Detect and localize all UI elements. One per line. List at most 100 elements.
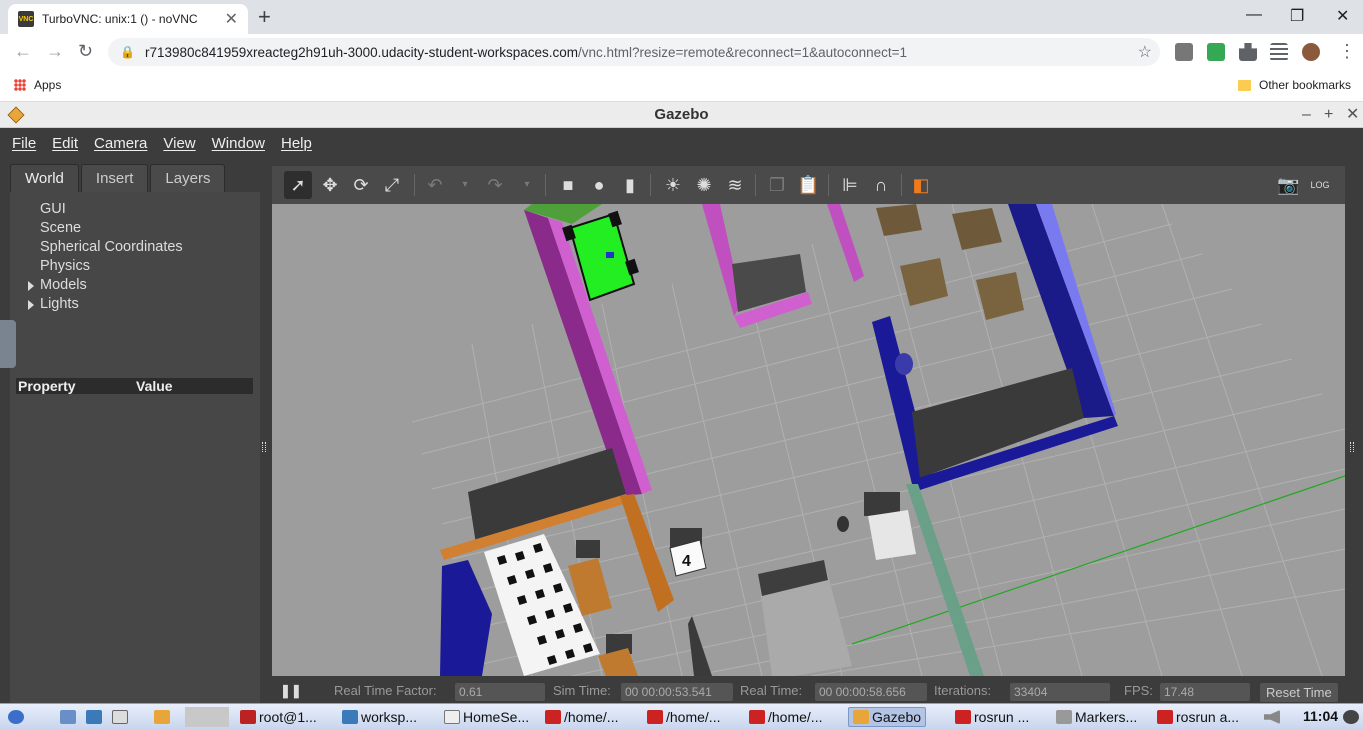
browser-toolbar: ← → ↻ 🔒 r713980c841959xreacteg2h91uh-300… — [0, 34, 1363, 70]
taskbar-item-rosrun-1[interactable]: rosrun ... — [955, 707, 1029, 727]
right-splitter-handle[interactable] — [1350, 442, 1354, 452]
address-bar[interactable]: 🔒 r713980c841959xreacteg2h91uh-3000.udac… — [108, 38, 1160, 66]
noVNC-side-tab[interactable] — [0, 320, 16, 368]
start-menu-icon[interactable] — [8, 707, 24, 727]
reload-icon[interactable]: ↻ — [78, 41, 93, 62]
apps-shortcut[interactable]: Apps — [14, 78, 61, 92]
new-tab-icon[interactable]: + — [258, 4, 271, 30]
back-icon[interactable]: ← — [14, 41, 32, 62]
taskbar-item-label: worksp... — [361, 709, 418, 725]
gz-close-icon[interactable]: ✕ — [1346, 102, 1359, 128]
url-host: r713980c841959xreacteg2h91uh-3000.udacit… — [144, 44, 578, 60]
rotate-mode-icon[interactable]: ⟳ — [350, 174, 372, 196]
tree-item-spherical-coordinates[interactable]: Spherical Coordinates — [10, 238, 260, 257]
tree-item-physics[interactable]: Physics — [10, 257, 260, 276]
reading-list-icon[interactable] — [1270, 43, 1288, 61]
directional-light-icon[interactable]: ≋ — [724, 174, 746, 196]
other-bookmarks[interactable]: Other bookmarks — [1238, 78, 1351, 92]
minimize-all-icon[interactable] — [60, 707, 76, 727]
gazebo-launcher-icon[interactable] — [154, 707, 170, 727]
fps-value: 17.48 — [1160, 683, 1250, 701]
screenshot-icon[interactable]: 📷 — [1277, 174, 1299, 196]
cylinder-shape-icon[interactable]: ▮ — [619, 174, 641, 196]
taskbar-item-homeservice[interactable]: HomeSe... — [444, 707, 529, 727]
reset-time-button[interactable]: Reset Time — [1260, 683, 1338, 702]
small-cylinder — [837, 516, 849, 532]
gazebo-titlebar: Gazebo – + ✕ — [0, 102, 1363, 128]
taskbar-item-workspace[interactable]: worksp... — [342, 707, 417, 727]
menu-window[interactable]: Window — [204, 135, 273, 152]
volume-icon[interactable] — [1264, 707, 1280, 727]
tree-item-gui[interactable]: GUI — [10, 200, 260, 219]
minimize-icon[interactable]: — — [1246, 6, 1262, 24]
paste-icon[interactable]: 📋 — [797, 174, 819, 196]
gazebo-title: Gazebo — [654, 106, 709, 123]
undo-icon[interactable]: ↶ — [424, 174, 446, 196]
tree-item-models[interactable]: Models — [10, 276, 260, 295]
real-time-factor-value: 0.61 — [455, 683, 545, 701]
copy-icon[interactable]: ❐ — [766, 174, 788, 196]
gz-minimize-icon[interactable]: – — [1302, 102, 1311, 128]
log-icon[interactable]: LOG — [1309, 174, 1331, 196]
redo-icon[interactable]: ↷ — [484, 174, 506, 196]
undo-history-icon[interactable]: ▾ — [454, 174, 476, 196]
profile-avatar[interactable] — [1302, 43, 1320, 61]
close-tab-icon[interactable]: ✕ — [225, 9, 238, 29]
point-light-icon[interactable]: ☀ — [662, 174, 684, 196]
menu-camera[interactable]: Camera — [86, 135, 155, 152]
qr-extension-icon[interactable] — [1175, 43, 1193, 61]
tree-item-lights[interactable]: Lights — [10, 295, 260, 314]
chrome-menu-icon[interactable]: ⋮ — [1338, 41, 1356, 62]
clock: 11:04 — [1303, 708, 1339, 724]
gz-maximize-icon[interactable]: + — [1324, 102, 1333, 128]
forward-icon[interactable]: → — [46, 41, 64, 62]
menu-edit[interactable]: Edit — [44, 135, 86, 152]
select-mode-icon[interactable]: ➚ — [284, 171, 312, 199]
toolbar-separator — [755, 174, 756, 196]
checker-pad — [868, 510, 916, 560]
menu-file[interactable]: File — [4, 135, 44, 152]
3d-viewport[interactable]: 4 — [272, 204, 1345, 676]
taskbar-item-gazebo[interactable]: Gazebo — [848, 707, 927, 727]
taskbar-item-rosrun-2[interactable]: rosrun a... — [1157, 707, 1239, 727]
tab-layers[interactable]: Layers — [150, 164, 226, 192]
bookmark-star-icon[interactable]: ☆ — [1138, 42, 1152, 62]
close-window-icon[interactable]: ✕ — [1336, 6, 1349, 26]
taskbar-item-markers[interactable]: Markers... — [1056, 707, 1137, 727]
snap-icon[interactable]: ∩ — [870, 174, 892, 196]
browser-tab[interactable]: VNC TurboVNC: unix:1 () - noVNC ✕ — [8, 4, 248, 34]
extensions-puzzle-icon[interactable] — [1239, 43, 1257, 61]
spot-light-icon[interactable]: ✺ — [693, 174, 715, 196]
taskbar-item-label: HomeSe... — [463, 709, 530, 725]
taskbar-item-terminal[interactable]: root@1... — [240, 707, 317, 727]
restore-icon[interactable]: ❐ — [1290, 6, 1304, 26]
taskbar-item-home-3[interactable]: /home/... — [749, 707, 822, 727]
property-column-header: Property — [18, 378, 76, 394]
taskbar-item-home-2[interactable]: /home/... — [647, 707, 720, 727]
taskbar-item-label: rosrun a... — [1176, 709, 1240, 725]
green-extension-icon[interactable] — [1207, 43, 1225, 61]
align-icon[interactable]: ⊫ — [839, 174, 861, 196]
scale-mode-icon[interactable]: ⤢ — [381, 174, 403, 196]
taskbar-item-home-1[interactable]: /home/... — [545, 707, 618, 727]
desktop-pager[interactable] — [185, 707, 229, 727]
tab-world[interactable]: World — [10, 164, 79, 192]
tab-insert[interactable]: Insert — [80, 164, 149, 192]
change-view-icon[interactable]: ◧ — [910, 174, 932, 196]
menu-help[interactable]: Help — [273, 135, 320, 152]
terminal-launcher-icon[interactable] — [112, 707, 128, 727]
logout-icon[interactable] — [1343, 707, 1359, 727]
tree-item-scene[interactable]: Scene — [10, 219, 260, 238]
sphere-shape-icon[interactable]: ● — [588, 174, 610, 196]
scene-render: 4 — [272, 204, 1345, 676]
menu-view[interactable]: View — [155, 135, 203, 152]
pause-icon[interactable]: ❚❚ — [280, 683, 302, 699]
redo-history-icon[interactable]: ▾ — [516, 174, 538, 196]
box-shape-icon[interactable]: ■ — [557, 174, 579, 196]
world-tree: GUI Scene Spherical Coordinates Physics … — [10, 192, 260, 704]
apps-label: Apps — [34, 78, 62, 92]
file-manager-icon[interactable] — [86, 707, 102, 727]
toolbar-separator — [414, 174, 415, 196]
panel-splitter-handle[interactable] — [262, 442, 266, 452]
translate-mode-icon[interactable]: ✥ — [319, 174, 341, 196]
